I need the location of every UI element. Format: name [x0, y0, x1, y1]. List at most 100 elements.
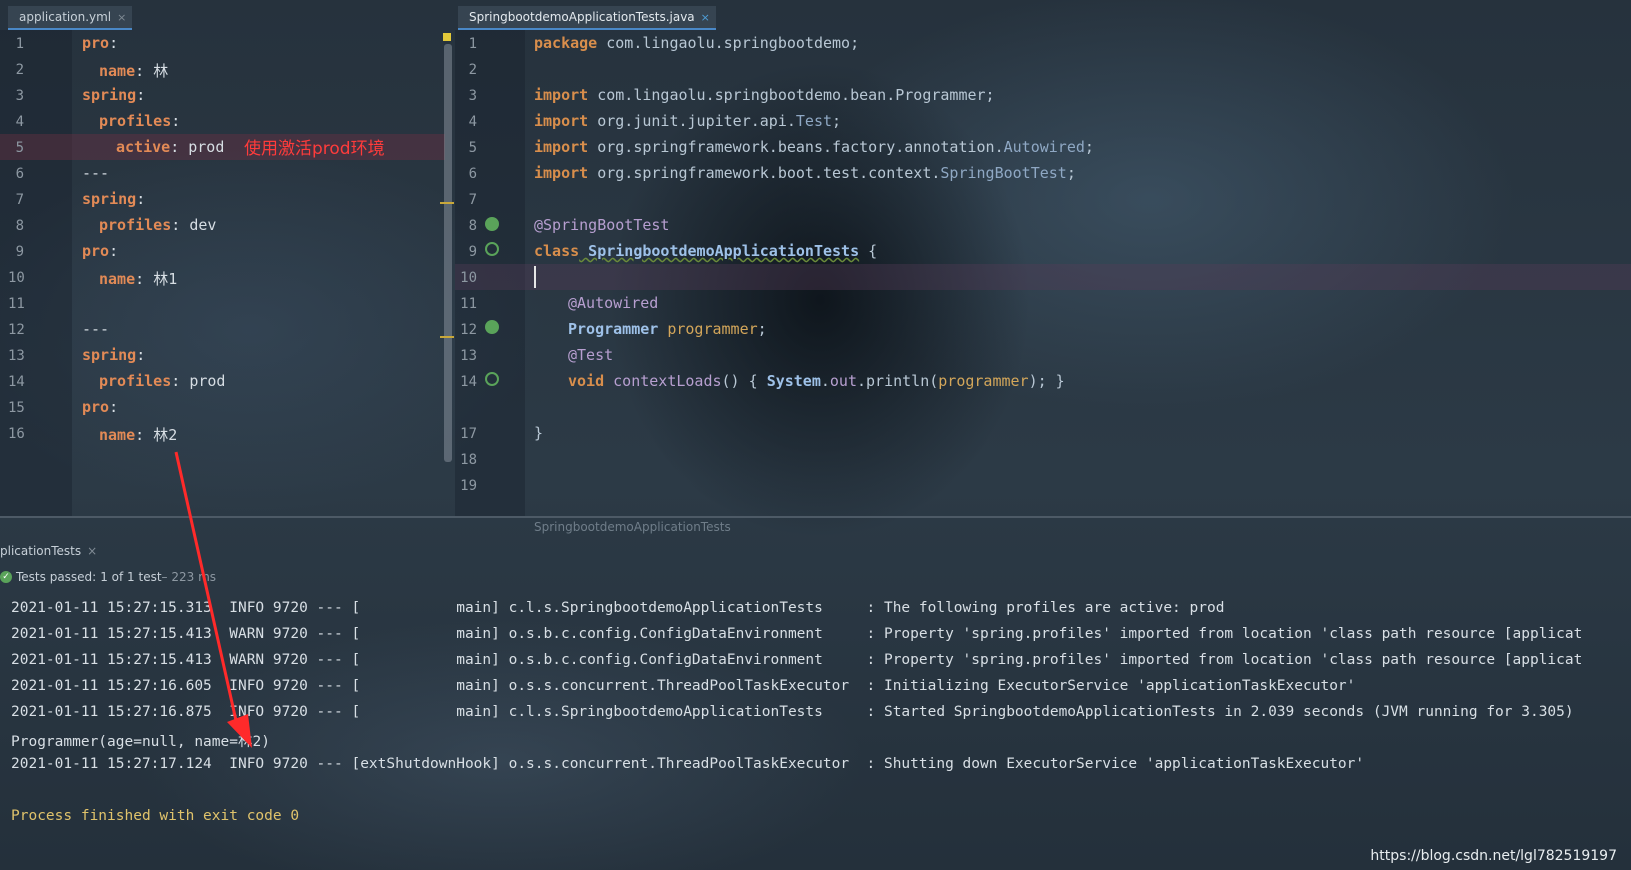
text-caret: [534, 266, 536, 288]
line-number: 1: [15, 36, 24, 52]
code-line-4: import org.junit.jupiter.api.Test;: [534, 112, 841, 130]
yaml-line: active: prod: [116, 138, 224, 156]
log-line: 2021-01-11 15:27:16.875 INFO 9720 --- [ …: [11, 704, 1574, 720]
close-icon[interactable]: ×: [117, 11, 126, 24]
caret-row-highlight: [455, 264, 1631, 290]
class-name: System: [766, 372, 821, 390]
run-tab[interactable]: plicationTests ×: [0, 540, 97, 562]
punctuation: ;: [832, 112, 842, 130]
tab-label: application.yml: [19, 10, 112, 24]
field-name: programmer: [658, 320, 758, 338]
panel-divider[interactable]: [0, 516, 1631, 518]
yaml-separator: :: [135, 426, 154, 444]
program-output-line: Programmer(age=null, name=林2): [11, 734, 270, 750]
line-number: 5: [468, 140, 477, 156]
yaml-separator: :: [171, 112, 181, 130]
change-marker: [440, 336, 454, 338]
yaml-line: profiles:: [99, 112, 180, 130]
class-name: Autowired: [1003, 138, 1085, 156]
yaml-line: ---: [82, 164, 109, 182]
closing-brace: }: [534, 424, 544, 442]
line-number: 14: [460, 374, 477, 390]
package-name: com.lingaolu.springbootdemo;: [597, 34, 860, 52]
code-line-9: class SpringbootdemoApplicationTests {: [534, 242, 877, 260]
run-tab-label: plicationTests: [0, 544, 82, 558]
line-number: 16: [8, 426, 25, 442]
yaml-scrollbar[interactable]: [444, 44, 452, 462]
line-number: 4: [15, 114, 24, 130]
yaml-separator: :: [170, 138, 189, 156]
code-line-18: }: [534, 424, 543, 442]
code-line-1: package com.lingaolu.springbootdemo;: [534, 34, 859, 52]
yaml-separator: :: [171, 372, 190, 390]
yaml-separator: :: [135, 270, 154, 288]
yaml-line: profiles: prod: [99, 372, 225, 390]
change-marker: [440, 202, 454, 204]
close-icon[interactable]: ×: [701, 11, 710, 24]
breadcrumb[interactable]: SpringbootdemoApplicationTests: [534, 520, 731, 534]
warning-marker[interactable]: [443, 33, 451, 41]
code-line-12: Programmer programmer;: [568, 320, 767, 338]
yaml-line: pro:: [82, 242, 118, 260]
line-number: 14: [8, 374, 25, 390]
run-class-icon[interactable]: [485, 242, 499, 256]
package-name: org.junit.jupiter.api.: [588, 112, 796, 130]
close-icon[interactable]: ×: [87, 544, 97, 558]
line-number: 17: [460, 426, 477, 442]
static-field: out: [829, 372, 857, 390]
line-number: 5: [15, 140, 24, 156]
spring-bean-icon[interactable]: [485, 217, 499, 231]
yaml-line: pro:: [82, 398, 118, 416]
tab-application-yml[interactable]: application.yml ×: [8, 6, 132, 30]
yaml-separator: :: [135, 62, 154, 80]
yaml-key: profiles: [99, 372, 172, 390]
log-line: 2021-01-11 15:27:16.605 INFO 9720 --- [ …: [11, 678, 1356, 694]
yaml-editor[interactable]: 1 2 3 4 5 6 7 8 9 10 11 12 13 14 15 16 pro: name: 林 sprin…: [0, 30, 455, 516]
yaml-key: active: [116, 138, 171, 156]
yaml-line: spring:: [82, 190, 145, 208]
annotation: @SpringBootTest: [534, 216, 670, 234]
java-editor[interactable]: 1 2 3 4 5 6 7 8 9 10 11 12 13 14 17 18 19 package com.li…: [455, 30, 1631, 534]
punctuation: {: [859, 242, 878, 260]
keyword: void: [568, 372, 605, 390]
yaml-key: profiles: [99, 216, 172, 234]
check-icon: ✓: [0, 571, 12, 583]
run-test-icon[interactable]: [485, 372, 499, 386]
package-name: org.springframework.beans.factory.annota…: [588, 138, 1004, 156]
log-line: 2021-01-11 15:27:17.124 INFO 9720 --- [e…: [11, 756, 1365, 772]
line-number: 11: [8, 296, 25, 312]
yaml-key: profiles: [99, 112, 172, 130]
yaml-line: name: 林: [99, 60, 168, 81]
autowired-bean-icon[interactable]: [485, 320, 499, 334]
punctuation: .: [820, 372, 830, 390]
yaml-separator: :: [136, 346, 146, 364]
method-name: contextLoads: [604, 372, 722, 390]
yaml-separator: :: [136, 190, 146, 208]
yaml-key: name: [99, 426, 136, 444]
class-name: SpringbootdemoApplicationTests: [579, 242, 860, 260]
argument: programmer: [938, 372, 1029, 390]
exit-code-line: Process finished with exit code 0: [11, 808, 300, 824]
code-line-5: import org.springframework.beans.factory…: [534, 138, 1094, 156]
line-number: 19: [460, 478, 477, 494]
line-number: 4: [468, 114, 477, 130]
console-output[interactable]: 2021-01-11 15:27:15.313 INFO 9720 --- [ …: [0, 588, 1631, 870]
yaml-line: pro:: [82, 34, 118, 52]
yaml-value: dev: [189, 216, 217, 234]
tab-springbootdemo-tests-java[interactable]: SpringbootdemoApplicationTests.java ×: [458, 6, 716, 30]
yaml-value: 林1: [153, 270, 178, 288]
active-profile-note: 使用激活prod环境: [244, 139, 385, 159]
keyword: import: [534, 86, 589, 104]
keyword: class: [534, 242, 580, 260]
yaml-key: spring: [82, 346, 137, 364]
yaml-value: ---: [82, 164, 110, 182]
log-line: 2021-01-11 15:27:15.313 INFO 9720 --- [ …: [11, 600, 1225, 616]
punctuation: ); }: [1028, 372, 1065, 390]
type-name: Programmer: [568, 320, 659, 338]
line-number: 7: [468, 192, 477, 208]
yaml-key: name: [99, 62, 136, 80]
line-number: 13: [8, 348, 25, 364]
line-number: 12: [460, 322, 477, 338]
yaml-separator: :: [109, 34, 119, 52]
code-line-11: @Autowired: [568, 294, 658, 312]
